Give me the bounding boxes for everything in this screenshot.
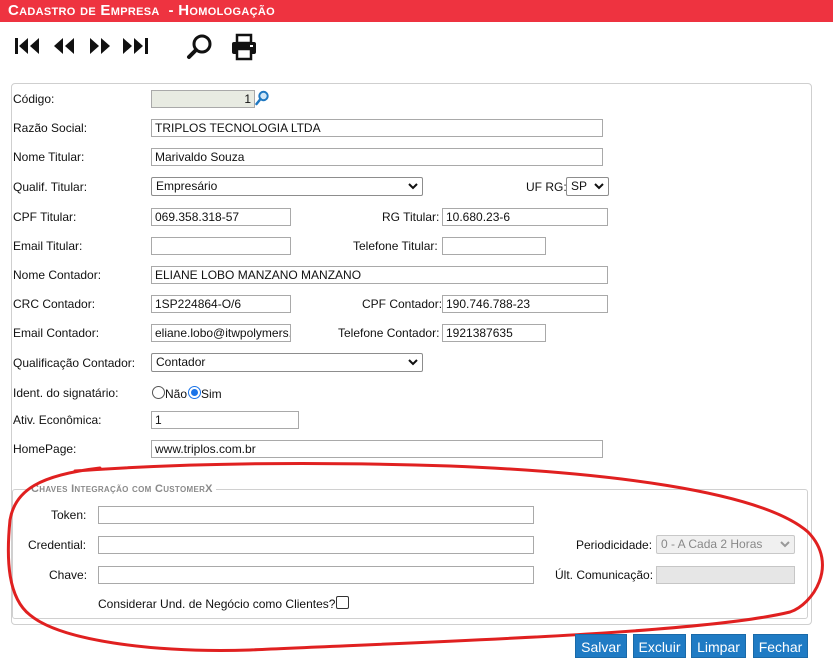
email-contador-label: Email Contador:	[13, 326, 100, 340]
chevron-down-icon	[408, 354, 418, 371]
search-button[interactable]	[186, 33, 214, 64]
uf-rg-select[interactable]: SP	[566, 177, 609, 196]
crc-contador-field[interactable]: 1SP224864-O/6	[151, 295, 291, 313]
ativ-economica-field[interactable]: 1	[151, 411, 299, 429]
print-icon	[232, 33, 256, 61]
periodicidade-label: Periodicidade:	[576, 538, 653, 552]
telefone-titular-label: Telefone Titular:	[353, 239, 438, 253]
ult-comunicacao-field	[656, 566, 795, 584]
nome-contador-label: Nome Contador:	[13, 268, 102, 282]
telefone-contador-label: Telefone Contador:	[338, 326, 440, 340]
credential-field[interactable]	[98, 536, 534, 554]
ident-signatario-sim-label: Sim	[201, 387, 222, 401]
salvar-button[interactable]: Salvar	[575, 634, 627, 658]
prev-icon	[54, 38, 74, 54]
qualificacao-contador-label: Qualificação Contador:	[13, 356, 136, 370]
magnifier-icon	[255, 90, 269, 106]
token-field[interactable]	[98, 506, 534, 524]
codigo-field: 1	[151, 90, 255, 108]
razao-social-label: Razão Social:	[13, 121, 88, 135]
rg-titular-label: RG Titular:	[382, 210, 440, 224]
rg-titular-field[interactable]: 10.680.23-6	[442, 208, 608, 226]
homepage-label: HomePage:	[13, 442, 77, 456]
last-record-button[interactable]	[121, 35, 151, 60]
codigo-lookup-button[interactable]	[255, 90, 269, 109]
ult-comunicacao-label: Últ. Comunicação:	[555, 568, 654, 582]
ident-signatario-sim-radio[interactable]	[188, 386, 201, 399]
chevron-down-icon	[408, 178, 418, 195]
chave-field[interactable]	[98, 566, 534, 584]
cpf-titular-label: CPF Titular:	[13, 210, 77, 224]
uf-rg-label: UF RG:	[526, 180, 567, 194]
ident-signatario-nao-label: Não	[165, 387, 188, 401]
ativ-economica-label: Ativ. Econômica:	[13, 413, 102, 427]
last-icon	[123, 38, 148, 54]
excluir-button[interactable]: Excluir	[633, 634, 686, 658]
qualif-titular-label: Qualif. Titular:	[13, 180, 88, 194]
fechar-button[interactable]: Fechar	[753, 634, 808, 658]
cpf-titular-field[interactable]: 069.358.318-57	[151, 208, 291, 226]
ident-signatario-nao-radio[interactable]	[152, 386, 165, 399]
email-titular-label: Email Titular:	[13, 239, 83, 253]
razao-social-field[interactable]: TRIPLOS TECNOLOGIA LTDA	[151, 119, 603, 137]
homepage-field[interactable]: www.triplos.com.br	[151, 440, 603, 458]
qualificacao-contador-value: Contador	[156, 355, 206, 369]
qualif-titular-select[interactable]: Empresário	[151, 177, 423, 196]
page-title: Cadastro de Empresa - Homologação	[0, 0, 833, 22]
integration-legend: Chaves Integração com CustomerX	[28, 483, 216, 495]
first-record-button[interactable]	[14, 35, 42, 60]
limpar-button[interactable]: Limpar	[691, 634, 746, 658]
cpf-contador-field[interactable]: 190.746.788-23	[442, 295, 608, 313]
telefone-contador-field[interactable]: 1921387635	[442, 324, 546, 342]
considerar-checkbox[interactable]	[336, 596, 349, 609]
next-record-button[interactable]	[87, 35, 113, 60]
cpf-contador-label: CPF Contador:	[362, 297, 443, 311]
nome-titular-field[interactable]: Marivaldo Souza	[151, 148, 603, 166]
credential-label: Credential:	[28, 538, 87, 552]
qualif-titular-value: Empresário	[156, 179, 218, 193]
uf-rg-value: SP	[571, 179, 588, 193]
email-contador-field[interactable]: eliane.lobo@itwpolymers.	[151, 324, 291, 342]
periodicidade-value: 0 - A Cada 2 Horas	[661, 537, 763, 551]
periodicidade-select: 0 - A Cada 2 Horas	[656, 535, 795, 554]
chave-label: Chave:	[49, 568, 88, 582]
token-label: Token:	[51, 508, 87, 522]
nome-titular-label: Nome Titular:	[13, 150, 85, 164]
first-icon	[15, 38, 39, 54]
codigo-label: Código:	[13, 92, 55, 106]
next-icon	[90, 38, 110, 54]
chevron-down-icon	[780, 536, 790, 553]
ident-signatario-label: Ident. do signatário:	[13, 386, 119, 400]
crc-contador-label: CRC Contador:	[13, 297, 96, 311]
chevron-down-icon	[594, 178, 604, 195]
previous-record-button[interactable]	[51, 35, 77, 60]
search-icon	[187, 34, 212, 59]
print-button[interactable]	[230, 33, 258, 64]
telefone-titular-field[interactable]	[442, 237, 546, 255]
nome-contador-field[interactable]: ELIANE LOBO MANZANO MANZANO	[151, 266, 608, 284]
email-titular-field[interactable]	[151, 237, 291, 255]
qualificacao-contador-select[interactable]: Contador	[151, 353, 423, 372]
considerar-label: Considerar Und. de Negócio como Clientes…	[98, 597, 336, 611]
